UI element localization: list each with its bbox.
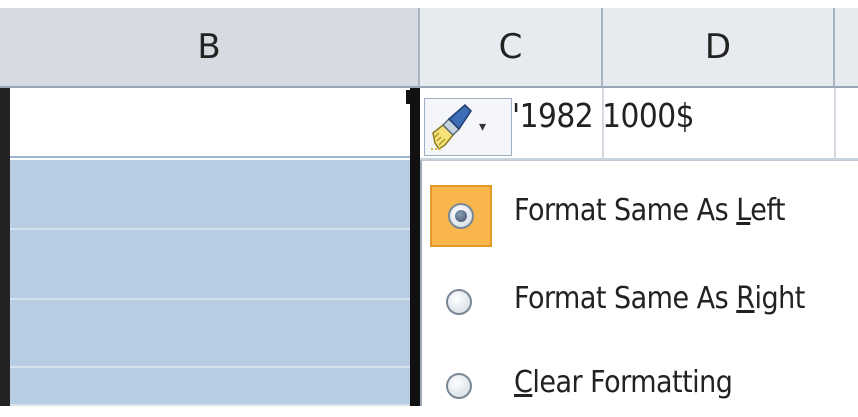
chevron-down-icon: ▾: [479, 119, 487, 135]
column-header-e[interactable]: [835, 8, 858, 88]
radio-selected-icon[interactable]: [448, 203, 474, 229]
radio-unselected-icon[interactable]: [446, 289, 472, 315]
radio-wrap: [430, 273, 488, 331]
radio-wrap: [430, 357, 488, 415]
cell-b3[interactable]: [0, 230, 414, 300]
radio-unselected-icon[interactable]: [446, 373, 472, 399]
menu-item-label: Format Same As Left: [514, 193, 785, 228]
cell-b4[interactable]: [0, 300, 414, 368]
paintbrush-icon: [429, 103, 473, 151]
cell-b1[interactable]: [0, 94, 414, 158]
column-header-c[interactable]: C: [420, 8, 603, 88]
menu-item-clear-formatting[interactable]: Clear Formatting: [422, 347, 858, 417]
column-header-label: D: [704, 27, 732, 67]
cell-b2[interactable]: [0, 160, 414, 230]
menu-item-label: Format Same As Right: [514, 281, 805, 316]
cell-b5[interactable]: [0, 368, 414, 406]
cell-c1-value[interactable]: '1982 1000$: [512, 96, 695, 135]
column-header-label: B: [197, 27, 221, 67]
menu-item-format-same-as-left[interactable]: Format Same As Left: [422, 175, 858, 247]
radio-highlight: [430, 185, 492, 247]
column-header-d[interactable]: D: [603, 8, 835, 88]
insert-options-button[interactable]: ▾: [424, 98, 512, 156]
column-header-label: C: [498, 27, 523, 67]
selection-border-right: [410, 88, 420, 406]
menu-item-format-same-as-right[interactable]: Format Same As Right: [422, 263, 858, 333]
selection-border-left: [0, 88, 10, 406]
column-header-b[interactable]: B: [0, 8, 420, 88]
menu-item-label: Clear Formatting: [514, 365, 733, 400]
fill-handle[interactable]: [406, 90, 420, 104]
gridline: [834, 88, 836, 160]
top-edge: [0, 0, 858, 8]
insert-options-menu: Format Same As Left Format Same As Right…: [420, 160, 858, 406]
